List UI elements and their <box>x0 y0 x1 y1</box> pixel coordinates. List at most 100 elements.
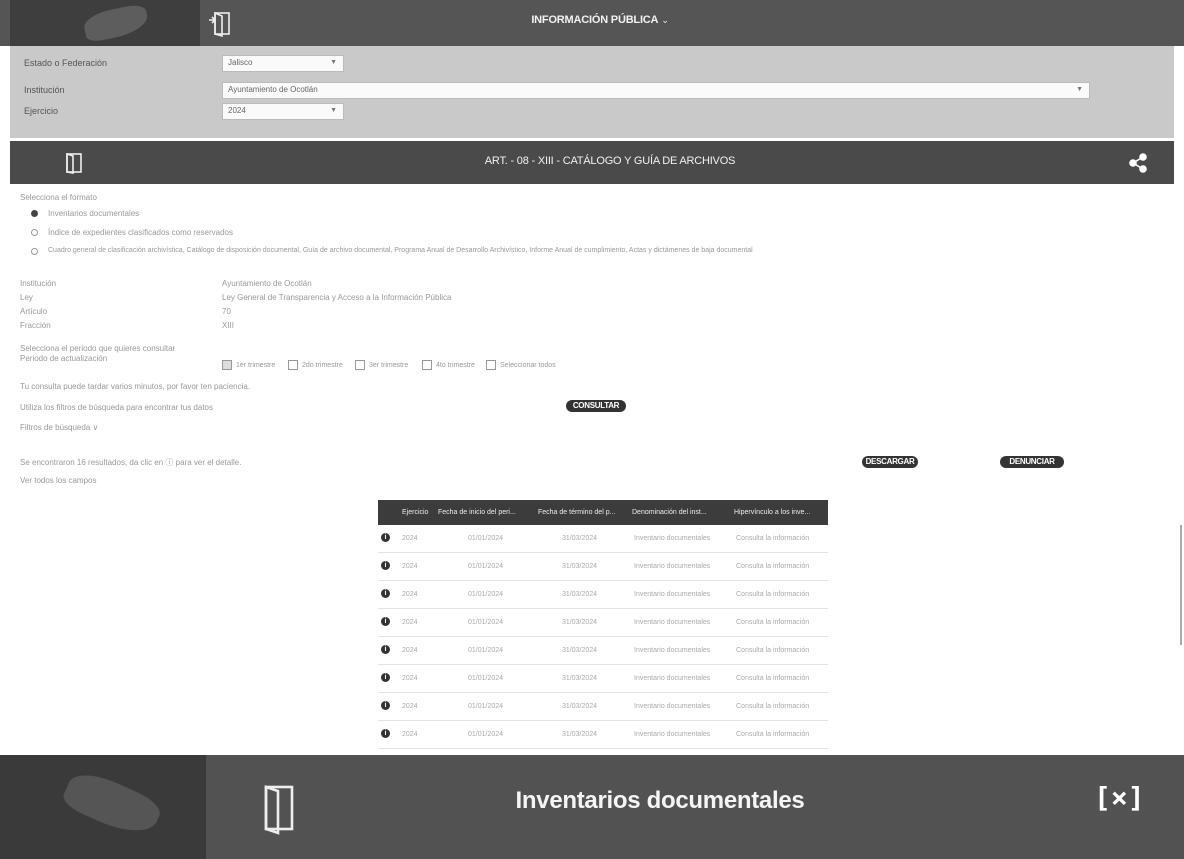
cell-fecha-termino: 31/03/2024 <box>562 591 598 598</box>
period-option-label: Seleccionar todos <box>500 362 556 369</box>
cell-hipervinculo[interactable]: Consulta la información <box>736 591 809 598</box>
chevron-down-icon: ▼ <box>1076 86 1083 93</box>
cell-hipervinculo[interactable]: Consulta la información <box>736 619 809 626</box>
table-row: i 2024 01/01/2024 31/03/2024 Inventario docu… <box>378 581 828 609</box>
format-option-label: Índice de expedientes clasificados como … <box>48 228 233 237</box>
cell-denominacion: Inventario documentales <box>634 675 711 682</box>
table-header: Ejercicio Fecha de inicio del peri... Fe… <box>378 500 828 525</box>
cell-denominacion: Inventario documentales <box>634 647 711 654</box>
estado-label: Estado o Federación <box>24 58 108 68</box>
cell-denominacion: Inventario documentales <box>634 731 711 738</box>
cell-fecha-inicio: 01/01/2024 <box>468 535 504 542</box>
period-option-label: 4to trimestre <box>436 362 475 369</box>
info-icon[interactable]: i <box>381 533 390 542</box>
cell-fecha-termino: 31/03/2024 <box>562 535 598 542</box>
ejercicio-value: 2024 <box>228 106 246 115</box>
cell-fecha-inicio: 01/01/2024 <box>468 675 504 682</box>
institucion-select[interactable]: Ayuntamiento de Ocotlán ▼ <box>222 82 1090 99</box>
cell-fecha-termino: 31/03/2024 <box>562 703 598 710</box>
period-option-label: 2do trimestre <box>302 362 343 369</box>
report-button[interactable]: DENUNCIAR <box>1000 456 1064 468</box>
estado-value: Jalisco <box>228 58 253 67</box>
cell-fecha-termino: 31/03/2024 <box>562 675 598 682</box>
door-exit-icon[interactable] <box>206 8 236 38</box>
info-icon[interactable]: i <box>381 561 390 570</box>
period-checkbox-3[interactable] <box>355 360 365 370</box>
table-row: i 2024 01/01/2024 31/03/2024 Inventario docu… <box>378 525 828 553</box>
view-all-fields-link[interactable]: Ver todos los campos <box>20 476 96 485</box>
cell-hipervinculo[interactable]: Consulta la información <box>736 703 809 710</box>
format-heading: Selecciona el formato <box>20 193 97 202</box>
chevron-down-icon: ⌄ <box>661 15 669 25</box>
column-header-ejercicio[interactable]: Ejercicio <box>402 509 428 516</box>
info-value-articulo: 70 <box>222 307 231 316</box>
cell-hipervinculo[interactable]: Consulta la información <box>736 647 809 654</box>
info-label-ley: Ley <box>20 293 33 302</box>
info-icon[interactable]: i <box>381 729 390 738</box>
info-icon[interactable]: i <box>381 645 390 654</box>
article-title: ART. - 08 - XIII - CATÁLOGO Y GUÍA DE AR… <box>484 155 736 167</box>
column-header-fecha-inicio[interactable]: Fecha de inicio del peri... <box>438 509 516 516</box>
cell-denominacion: Inventario documentales <box>634 563 711 570</box>
cell-fecha-inicio: 01/01/2024 <box>468 647 504 654</box>
consult-button[interactable]: CONSULTAR <box>566 400 626 412</box>
period-checkbox-1[interactable] <box>222 360 232 370</box>
chevron-down-icon: ▼ <box>330 107 337 114</box>
mexico-map-icon[interactable] <box>10 0 200 46</box>
public-info-menu[interactable]: INFORMACIÓN PÚBLICA ⌄ <box>480 14 720 26</box>
cell-ejercicio: 2024 <box>402 731 418 738</box>
cell-hipervinculo[interactable]: Consulta la información <box>736 563 809 570</box>
period-checkbox-2[interactable] <box>288 360 298 370</box>
door-icon <box>258 781 298 837</box>
door-icon <box>62 151 86 175</box>
info-icon[interactable]: i <box>381 701 390 710</box>
period-checkbox-all[interactable] <box>486 360 496 370</box>
article-bar: ART. - 08 - XIII - CATÁLOGO Y GUÍA DE AR… <box>10 141 1174 184</box>
table-row: i 2024 01/01/2024 31/03/2024 Inventario docu… <box>378 637 828 665</box>
cell-hipervinculo[interactable]: Consulta la información <box>736 731 809 738</box>
modal-title: Inventarios documentales <box>515 787 805 814</box>
cell-denominacion: Inventario documentales <box>634 535 711 542</box>
mexico-map-icon <box>0 755 206 859</box>
period-option-label: 3er trimestre <box>369 362 409 369</box>
institucion-label: Institución <box>24 85 65 95</box>
share-icon[interactable] <box>1128 153 1148 173</box>
cell-ejercicio: 2024 <box>402 535 418 542</box>
close-button[interactable]: [×] <box>1094 781 1145 821</box>
period-label: Periodo de actualización <box>20 354 108 363</box>
format-option-label: Inventarios documentales <box>48 209 140 218</box>
format-radio-reservados[interactable] <box>31 229 38 236</box>
table-row: i 2024 01/01/2024 31/03/2024 Inventario docu… <box>378 721 828 749</box>
search-wait-hint: Tu consulta puede tardar varios minutos,… <box>20 382 251 391</box>
column-header-hipervinculo[interactable]: Hipervínculo a los inve... <box>734 509 810 516</box>
cell-fecha-termino: 31/03/2024 <box>562 647 598 654</box>
cell-denominacion: Inventario documentales <box>634 703 711 710</box>
public-info-label: INFORMACIÓN PÚBLICA <box>531 14 659 26</box>
format-option-label: Cuadro general de clasificación archivís… <box>48 247 753 254</box>
cell-denominacion: Inventario documentales <box>634 619 711 626</box>
institucion-value: Ayuntamiento de Ocotlán <box>228 85 318 94</box>
format-radio-cuadro-general[interactable] <box>31 248 38 255</box>
results-summary: Se encontraron 16 resultados, da clic en… <box>20 458 242 467</box>
column-header-fecha-termino[interactable]: Fecha de término del p... <box>538 509 615 516</box>
info-icon[interactable]: i <box>381 673 390 682</box>
search-filters-toggle[interactable]: Filtros de búsqueda ∨ <box>20 423 98 432</box>
info-icon[interactable]: i <box>381 589 390 598</box>
cell-hipervinculo[interactable]: Consulta la información <box>736 675 809 682</box>
cell-fecha-inicio: 01/01/2024 <box>468 563 504 570</box>
cell-denominacion: Inventario documentales <box>634 591 711 598</box>
period-checkbox-4[interactable] <box>422 360 432 370</box>
download-button[interactable]: DESCARGAR <box>862 456 918 468</box>
info-value-ley: Ley General de Transparencia y Acceso a … <box>222 293 452 302</box>
info-icon[interactable]: i <box>381 617 390 626</box>
table-row: i 2024 01/01/2024 31/03/2024 Inventario docu… <box>378 553 828 581</box>
cell-ejercicio: 2024 <box>402 563 418 570</box>
format-radio-inventarios[interactable] <box>31 210 38 217</box>
cell-ejercicio: 2024 <box>402 619 418 626</box>
column-header-denominacion[interactable]: Denominación del inst... <box>632 509 707 516</box>
scrollbar[interactable] <box>1180 525 1182 645</box>
estado-select[interactable]: Jalisco ▼ <box>222 55 344 72</box>
table-row: i 2024 01/01/2024 31/03/2024 Inventario docu… <box>378 693 828 721</box>
ejercicio-select[interactable]: 2024 ▼ <box>222 103 344 120</box>
cell-hipervinculo[interactable]: Consulta la información <box>736 535 809 542</box>
